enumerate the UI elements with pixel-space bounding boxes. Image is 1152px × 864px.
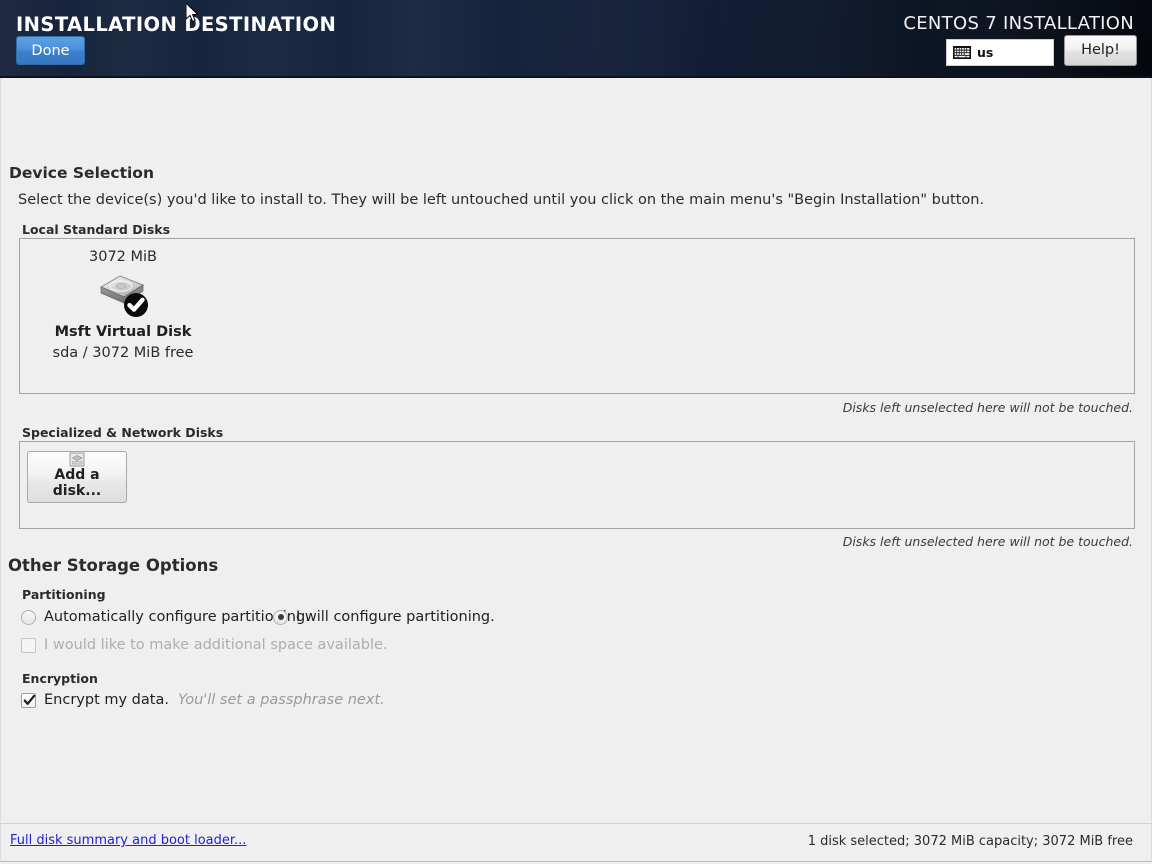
- manual-partitioning-radio[interactable]: [273, 610, 288, 625]
- specialized-network-disks-label: Specialized & Network Disks: [22, 425, 223, 440]
- additional-space-option: I would like to make additional space av…: [21, 637, 388, 653]
- disk-tile-sda[interactable]: 3072 MiB: [28, 249, 218, 361]
- encrypt-data-option[interactable]: Encrypt my data. You'll set a passphrase…: [21, 692, 385, 708]
- auto-partitioning-radio[interactable]: [21, 610, 36, 625]
- auto-partitioning-label: Automatically configure partitioning.: [44, 609, 310, 625]
- add-a-disk-button[interactable]: Add a disk...: [27, 451, 127, 503]
- manual-partitioning-option[interactable]: I will configure partitioning.: [273, 609, 495, 625]
- encrypt-data-label: Encrypt my data.: [44, 692, 169, 708]
- done-button[interactable]: Done: [16, 36, 85, 65]
- storage-status-text: 1 disk selected; 3072 MiB capacity; 3072…: [808, 834, 1133, 849]
- installer-footer: Full disk summary and boot loader... 1 d…: [0, 823, 1152, 862]
- device-selection-description: Select the device(s) you'd like to insta…: [18, 192, 984, 208]
- installer-header: INSTALLATION DESTINATION Done CENTOS 7 I…: [0, 0, 1152, 78]
- product-title: CENTOS 7 INSTALLATION: [903, 13, 1134, 34]
- keyboard-layout-label: us: [977, 45, 993, 60]
- help-button[interactable]: Help!: [1064, 35, 1137, 66]
- mouse-cursor-icon: [186, 3, 200, 25]
- page-title: INSTALLATION DESTINATION: [16, 13, 336, 36]
- other-storage-options-heading: Other Storage Options: [8, 556, 218, 575]
- encrypt-data-hint: You'll set a passphrase next.: [178, 692, 385, 708]
- disk-model-name: Msft Virtual Disk: [28, 324, 218, 340]
- add-a-disk-label: Add a disk...: [28, 467, 126, 499]
- auto-partitioning-option[interactable]: Automatically configure partitioning.: [21, 609, 310, 625]
- partitioning-label: Partitioning: [22, 587, 106, 602]
- keyboard-icon: [953, 46, 971, 59]
- disk-device-free: sda / 3072 MiB free: [28, 345, 218, 361]
- main-content: Device Selection Select the device(s) yo…: [0, 78, 1152, 823]
- local-standard-disks-label: Local Standard Disks: [22, 222, 170, 237]
- encryption-label: Encryption: [22, 671, 98, 686]
- full-disk-summary-link[interactable]: Full disk summary and boot loader...: [10, 833, 246, 848]
- local-disks-panel: 3072 MiB: [19, 238, 1135, 394]
- disk-capacity: 3072 MiB: [28, 249, 218, 265]
- specialized-disks-panel: Add a disk...: [19, 441, 1135, 529]
- specialized-disks-note: Disks left unselected here will not be t…: [843, 534, 1133, 549]
- encrypt-data-checkbox[interactable]: [21, 693, 36, 708]
- additional-space-label: I would like to make additional space av…: [44, 637, 388, 653]
- disk-icon: [28, 452, 126, 468]
- hard-disk-icon: [28, 271, 218, 319]
- local-disks-note: Disks left unselected here will not be t…: [843, 400, 1133, 415]
- keyboard-layout-indicator[interactable]: us: [946, 39, 1054, 66]
- manual-partitioning-label: I will configure partitioning.: [296, 609, 495, 625]
- additional-space-checkbox: [21, 638, 36, 653]
- device-selection-heading: Device Selection: [9, 164, 154, 182]
